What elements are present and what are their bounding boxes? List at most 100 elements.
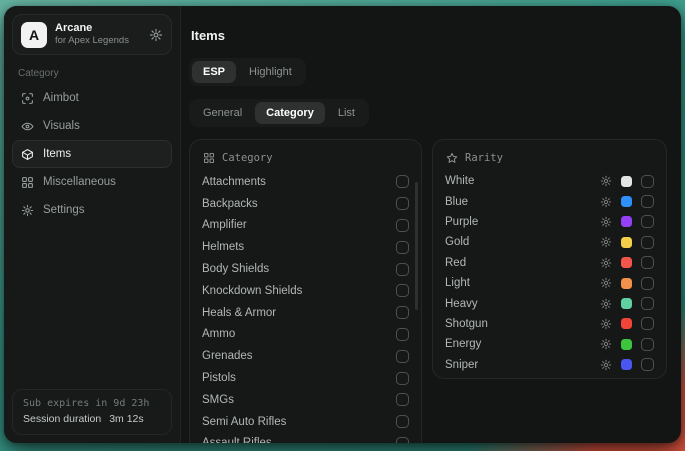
rarity-row: Purple: [445, 212, 654, 232]
rarity-row-label: Energy: [445, 338, 481, 350]
rarity-checkbox[interactable]: [641, 175, 654, 188]
grid-icon: [203, 152, 215, 164]
color-swatch[interactable]: [621, 176, 632, 187]
gear-icon[interactable]: [600, 298, 612, 310]
rarity-checkbox[interactable]: [641, 297, 654, 310]
mode-esp[interactable]: ESP: [192, 61, 236, 83]
category-checkbox[interactable]: [396, 263, 409, 276]
gear-icon[interactable]: [600, 257, 612, 269]
session-duration-value: 3m 12s: [109, 413, 143, 425]
sidebar: A Arcane for Apex Legends Category Aimbo…: [4, 6, 181, 443]
rarity-row-controls: [600, 338, 654, 351]
gear-icon[interactable]: [600, 359, 612, 371]
rarity-panel-title: Rarity: [465, 152, 503, 164]
category-row: Assault Rifles: [202, 433, 409, 443]
gear-icon[interactable]: [600, 216, 612, 228]
panels: Category Attachments Backpacks Amplifier…: [189, 139, 667, 443]
sidebar-section-label: Category: [18, 68, 172, 79]
category-row: Ammo: [202, 324, 409, 346]
category-row-label: Ammo: [202, 328, 235, 340]
rarity-checkbox[interactable]: [641, 215, 654, 228]
color-swatch[interactable]: [621, 278, 632, 289]
rarity-row: Shotgun: [445, 314, 654, 334]
category-checkbox[interactable]: [396, 393, 409, 406]
eye-icon: [21, 120, 34, 133]
color-swatch[interactable]: [621, 318, 632, 329]
category-row-label: Knockdown Shields: [202, 285, 302, 297]
main-content: Items ESPHighlight GeneralCategoryList C…: [181, 6, 681, 443]
category-row-label: Helmets: [202, 241, 244, 253]
tab-category[interactable]: Category: [255, 102, 325, 124]
gear-icon[interactable]: [149, 28, 163, 42]
rarity-checkbox[interactable]: [641, 338, 654, 351]
gear-icon: [21, 204, 34, 217]
category-panel-title: Category: [222, 152, 273, 164]
rarity-checkbox[interactable]: [641, 358, 654, 371]
category-panel: Category Attachments Backpacks Amplifier…: [189, 139, 422, 443]
sidebar-item-aimbot[interactable]: Aimbot: [12, 84, 172, 112]
gear-icon[interactable]: [600, 318, 612, 330]
rarity-row: White: [445, 171, 654, 191]
rarity-row-controls: [600, 195, 654, 208]
rarity-row-label: Gold: [445, 236, 469, 248]
category-checkbox[interactable]: [396, 241, 409, 254]
page-title: Items: [191, 28, 667, 43]
category-checkbox[interactable]: [396, 350, 409, 363]
sidebar-item-label: Visuals: [43, 120, 80, 132]
brand-card: A Arcane for Apex Legends: [12, 14, 172, 55]
rarity-row-controls: [600, 175, 654, 188]
rarity-checkbox[interactable]: [641, 236, 654, 249]
category-checkbox[interactable]: [396, 372, 409, 385]
rarity-row: Gold: [445, 232, 654, 252]
color-swatch[interactable]: [621, 339, 632, 350]
gear-icon[interactable]: [600, 277, 612, 289]
gear-icon[interactable]: [600, 338, 612, 350]
scrollbar-thumb[interactable]: [415, 182, 418, 310]
rarity-row: Blue: [445, 191, 654, 211]
rarity-row-label: Purple: [445, 216, 478, 228]
rarity-row-label: Red: [445, 257, 466, 269]
sidebar-item-miscellaneous[interactable]: Miscellaneous: [12, 168, 172, 196]
sidebar-item-items[interactable]: Items: [12, 140, 172, 168]
color-swatch[interactable]: [621, 196, 632, 207]
app-logo: A: [21, 22, 47, 48]
color-swatch[interactable]: [621, 216, 632, 227]
sidebar-item-label: Items: [43, 148, 71, 160]
rarity-row-controls: [600, 256, 654, 269]
category-list: Attachments Backpacks Amplifier Helmets …: [202, 171, 409, 443]
rarity-row-controls: [600, 317, 654, 330]
category-checkbox[interactable]: [396, 437, 409, 443]
color-swatch[interactable]: [621, 359, 632, 370]
category-checkbox[interactable]: [396, 284, 409, 297]
rarity-checkbox[interactable]: [641, 195, 654, 208]
rarity-row-controls: [600, 358, 654, 371]
tab-general[interactable]: General: [192, 102, 253, 124]
gear-icon[interactable]: [600, 175, 612, 187]
tab-list[interactable]: List: [327, 102, 366, 124]
rarity-checkbox[interactable]: [641, 317, 654, 330]
gear-icon[interactable]: [600, 196, 612, 208]
cube-icon: [21, 148, 34, 161]
rarity-checkbox[interactable]: [641, 277, 654, 290]
category-checkbox[interactable]: [396, 197, 409, 210]
rarity-row-label: Sniper: [445, 359, 478, 371]
rarity-checkbox[interactable]: [641, 256, 654, 269]
rarity-row-controls: [600, 277, 654, 290]
color-swatch[interactable]: [621, 257, 632, 268]
category-checkbox[interactable]: [396, 306, 409, 319]
subscription-card: Sub expires in 9d 23h Session duration 3…: [12, 389, 172, 435]
category-checkbox[interactable]: [396, 328, 409, 341]
category-row-label: Backpacks: [202, 198, 258, 210]
app-title: Arcane: [55, 22, 129, 36]
sidebar-item-visuals[interactable]: Visuals: [12, 112, 172, 140]
rarity-row: Energy: [445, 334, 654, 354]
category-checkbox[interactable]: [396, 175, 409, 188]
category-row: Helmets: [202, 236, 409, 258]
gear-icon[interactable]: [600, 236, 612, 248]
category-checkbox[interactable]: [396, 219, 409, 232]
mode-highlight[interactable]: Highlight: [238, 61, 303, 83]
category-checkbox[interactable]: [396, 415, 409, 428]
color-swatch[interactable]: [621, 237, 632, 248]
sidebar-item-settings[interactable]: Settings: [12, 196, 172, 224]
color-swatch[interactable]: [621, 298, 632, 309]
